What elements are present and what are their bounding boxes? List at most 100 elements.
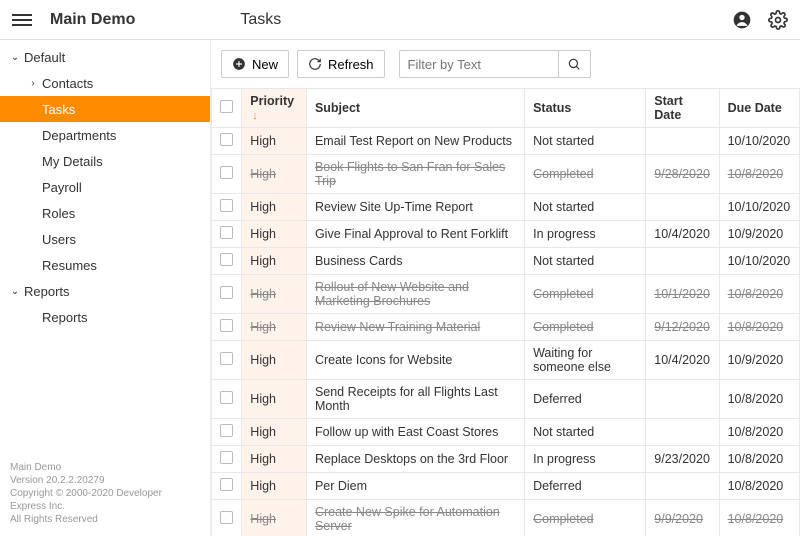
nav-item[interactable]: My Details <box>0 148 210 174</box>
row-checkbox-cell[interactable] <box>212 221 242 248</box>
nav-item-label: My Details <box>42 154 103 169</box>
table-row[interactable]: HighReview Site Up-Time ReportNot starte… <box>212 194 800 221</box>
checkbox-icon[interactable] <box>220 166 233 179</box>
nav-item[interactable]: ›Contacts <box>0 70 210 96</box>
col-checkbox[interactable] <box>212 89 242 128</box>
col-status[interactable]: Status <box>525 89 646 128</box>
checkbox-icon[interactable] <box>220 511 233 524</box>
nav-item-label: Resumes <box>42 258 97 273</box>
row-priority: High <box>242 248 307 275</box>
row-checkbox-cell[interactable] <box>212 380 242 419</box>
checkbox-icon[interactable] <box>220 133 233 146</box>
col-priority[interactable]: Priority ↓ <box>242 89 307 128</box>
row-subject: Review Site Up-Time Report <box>306 194 524 221</box>
gear-icon[interactable] <box>768 10 788 30</box>
table-row[interactable]: HighBusiness CardsNot started10/10/2020 <box>212 248 800 275</box>
row-start-date <box>646 128 719 155</box>
row-subject: Create Icons for Website <box>306 341 524 380</box>
footer-line4: All Rights Reserved <box>10 513 200 526</box>
row-priority: High <box>242 275 307 314</box>
col-due-date[interactable]: Due Date <box>719 89 799 128</box>
table-row[interactable]: HighFollow up with East Coast StoresNot … <box>212 419 800 446</box>
table-row[interactable]: HighCreate Icons for WebsiteWaiting for … <box>212 341 800 380</box>
row-due-date: 10/8/2020 <box>719 473 799 500</box>
row-priority: High <box>242 341 307 380</box>
checkbox-icon[interactable] <box>220 286 233 299</box>
nav-item[interactable]: Reports <box>0 304 210 330</box>
nav-group[interactable]: ⌄Default <box>0 44 210 70</box>
row-subject: Follow up with East Coast Stores <box>306 419 524 446</box>
table-row[interactable]: HighGive Final Approval to Rent Forklift… <box>212 221 800 248</box>
footer-line3: Copyright © 2000-2020 Developer Express … <box>10 487 200 513</box>
row-status: Not started <box>525 128 646 155</box>
row-subject: Give Final Approval to Rent Forklift <box>306 221 524 248</box>
filter-input[interactable] <box>399 50 559 78</box>
plus-circle-icon <box>232 57 246 71</box>
row-checkbox-cell[interactable] <box>212 275 242 314</box>
row-status: Not started <box>525 248 646 275</box>
table-row[interactable]: HighBook Flights to San Fran for Sales T… <box>212 155 800 194</box>
table-row[interactable]: HighReplace Desktops on the 3rd FloorIn … <box>212 446 800 473</box>
nav-item[interactable]: Payroll <box>0 174 210 200</box>
table-row[interactable]: HighEmail Test Report on New ProductsNot… <box>212 128 800 155</box>
checkbox-icon[interactable] <box>220 424 233 437</box>
row-subject: Business Cards <box>306 248 524 275</box>
row-priority: High <box>242 500 307 536</box>
filter-search-button[interactable] <box>559 50 591 78</box>
nav-item[interactable]: Departments <box>0 122 210 148</box>
nav-item[interactable]: Tasks <box>0 96 210 122</box>
menu-toggle-icon[interactable] <box>12 10 32 30</box>
row-status: Not started <box>525 419 646 446</box>
row-start-date: 9/28/2020 <box>646 155 719 194</box>
user-icon[interactable] <box>732 10 752 30</box>
col-start-date[interactable]: Start Date <box>646 89 719 128</box>
row-checkbox-cell[interactable] <box>212 341 242 380</box>
row-priority: High <box>242 221 307 248</box>
checkbox-icon[interactable] <box>220 352 233 365</box>
checkbox-icon[interactable] <box>220 319 233 332</box>
checkbox-icon[interactable] <box>220 253 233 266</box>
checkbox-icon[interactable] <box>220 226 233 239</box>
checkbox-icon[interactable] <box>220 451 233 464</box>
row-status: Completed <box>525 155 646 194</box>
checkbox-icon[interactable] <box>220 199 233 212</box>
nav-item[interactable]: Users <box>0 226 210 252</box>
nav-group[interactable]: ⌄Reports <box>0 278 210 304</box>
row-start-date: 10/4/2020 <box>646 341 719 380</box>
checkbox-icon[interactable] <box>220 478 233 491</box>
row-checkbox-cell[interactable] <box>212 446 242 473</box>
row-checkbox-cell[interactable] <box>212 473 242 500</box>
row-checkbox-cell[interactable] <box>212 500 242 536</box>
table-row[interactable]: HighReview New Training MaterialComplete… <box>212 314 800 341</box>
footer-line1: Main Demo <box>10 461 200 474</box>
table-row[interactable]: HighRollout of New Website and Marketing… <box>212 275 800 314</box>
table-row[interactable]: HighSend Receipts for all Flights Last M… <box>212 380 800 419</box>
app-title: Main Demo <box>50 11 135 29</box>
refresh-label: Refresh <box>328 57 374 72</box>
row-status: Deferred <box>525 473 646 500</box>
footer-line2: Version 20.2.2.20279 <box>10 474 200 487</box>
row-checkbox-cell[interactable] <box>212 419 242 446</box>
row-status: Deferred <box>525 380 646 419</box>
nav-item[interactable]: Roles <box>0 200 210 226</box>
row-checkbox-cell[interactable] <box>212 128 242 155</box>
row-checkbox-cell[interactable] <box>212 194 242 221</box>
row-due-date: 10/8/2020 <box>719 500 799 536</box>
footer-info: Main Demo Version 20.2.2.20279 Copyright… <box>0 453 210 536</box>
col-subject[interactable]: Subject <box>306 89 524 128</box>
row-checkbox-cell[interactable] <box>212 248 242 275</box>
checkbox-icon[interactable] <box>220 391 233 404</box>
nav-item[interactable]: Resumes <box>0 252 210 278</box>
nav-tree: ⌄Default›ContactsTasksDepartments My Deta… <box>0 40 210 453</box>
nav-group-label: Reports <box>24 284 70 299</box>
row-subject: Send Receipts for all Flights Last Month <box>306 380 524 419</box>
row-priority: High <box>242 473 307 500</box>
checkbox-icon[interactable] <box>220 100 233 113</box>
row-checkbox-cell[interactable] <box>212 155 242 194</box>
row-priority: High <box>242 446 307 473</box>
table-row[interactable]: HighPer DiemDeferred10/8/2020 <box>212 473 800 500</box>
new-button[interactable]: New <box>221 50 289 78</box>
row-checkbox-cell[interactable] <box>212 314 242 341</box>
refresh-button[interactable]: Refresh <box>297 50 385 78</box>
table-row[interactable]: HighCreate New Spike for Automation Serv… <box>212 500 800 536</box>
